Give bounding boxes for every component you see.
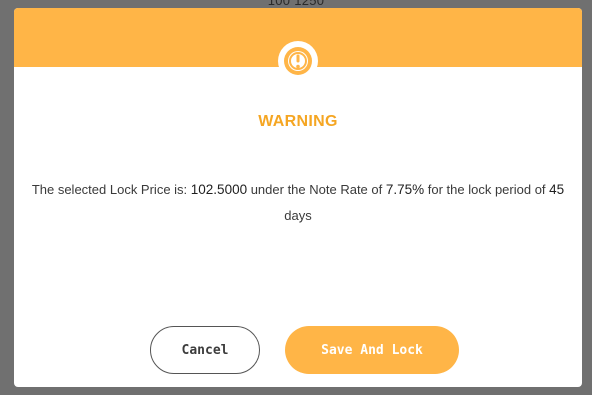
dialog-message: The selected Lock Price is: 102.5000 und… [30,177,566,229]
save-and-lock-button[interactable]: Save And Lock [285,326,459,374]
exclamation-circle-icon [284,47,312,75]
dialog-title: WARNING [258,113,338,130]
message-suffix: for the lock period of [424,182,550,197]
message-prefix: The selected Lock Price is: [31,182,191,197]
warning-dialog: WARNING The selected Lock Price is: 102.… [14,8,582,387]
background-value-text: 100 1250 [267,0,325,8]
message-middle: under the Note Rate of [247,182,386,197]
warning-icon-badge [278,41,318,81]
cancel-button[interactable]: Cancel [150,326,260,374]
lock-price-value: 102.5000 [190,182,248,197]
note-rate-value: 7.75% [385,182,425,197]
lock-period-value: 45 [549,182,565,197]
lock-period-unit: days [284,208,312,223]
